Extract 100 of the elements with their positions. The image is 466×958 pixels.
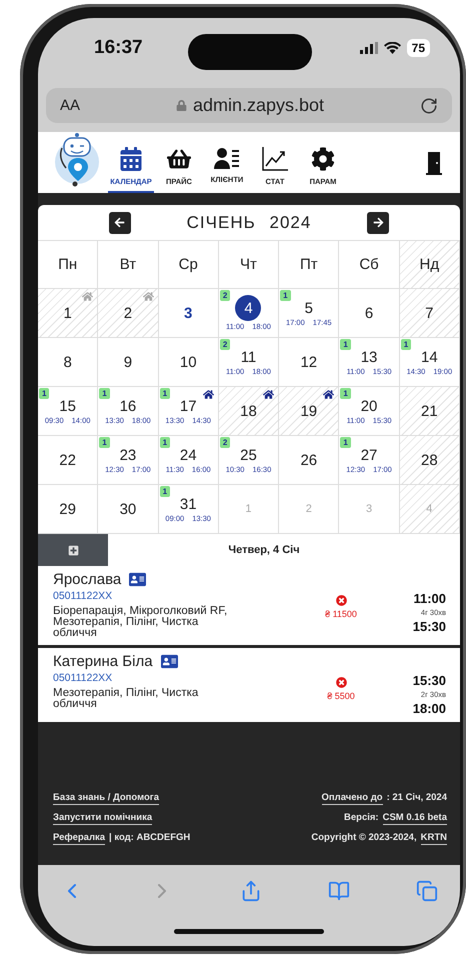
exit-door-icon[interactable] (426, 150, 442, 174)
day-cell[interactable]: 28 (400, 436, 460, 485)
footer-link[interactable]: База знань / Допомога (53, 792, 160, 805)
calendar-icon (119, 147, 143, 171)
appointment-count: 1 (160, 388, 170, 399)
day-number: 12 (300, 354, 318, 370)
arrow-right-icon (372, 217, 384, 228)
day-number: 1 (63, 304, 72, 322)
day-number: 16 (120, 398, 136, 414)
footer-text: Copyright © 2023-2024, (311, 832, 417, 843)
contact-list-icon (214, 147, 240, 169)
house-icon (82, 291, 94, 302)
day-number: 3 (184, 304, 192, 322)
day-number: 11 (240, 348, 256, 366)
appointment-count: 1 (400, 339, 412, 350)
house-icon (323, 389, 334, 400)
client-name: Ярослава (53, 571, 122, 588)
weekday-header: Пт (279, 241, 340, 289)
day-cell[interactable]: 10 (158, 338, 219, 387)
day-title: Четвер, 4 Січ (227, 544, 301, 556)
weekday-header: Чт (218, 241, 280, 289)
footer-text: Версія: (344, 812, 379, 823)
day-number: 13 (360, 348, 378, 366)
weekday-header: Нд (400, 241, 460, 289)
day-cell[interactable]: 22 (38, 436, 98, 485)
price: ₴ 11500 (325, 609, 357, 619)
day-number: 6 (364, 304, 374, 322)
bookmarks-button[interactable] (328, 880, 350, 902)
house-icon (202, 389, 214, 400)
next-month-button[interactable] (367, 212, 390, 234)
contact-card-icon[interactable] (160, 653, 178, 670)
address-bar[interactable]: AA admin.zapys.bot (46, 88, 452, 123)
tabs-button[interactable] (416, 880, 438, 902)
clock-time: 16:37 (94, 37, 143, 59)
day-number: 20 (360, 398, 378, 414)
house-icon (142, 291, 154, 302)
day-number: 27 (360, 446, 378, 464)
add-button[interactable] (38, 534, 108, 566)
tabs-icon (416, 880, 438, 902)
day-number: 21 (421, 402, 438, 420)
client-name: Катерина Біла (53, 653, 153, 670)
day-cell[interactable]: 2 (98, 289, 159, 338)
day-number: 24 (180, 446, 197, 464)
appointment-count: 1 (340, 437, 351, 448)
day-number: 31 (180, 496, 197, 512)
share-button[interactable] (240, 880, 262, 902)
footer-link[interactable]: KRTN (420, 832, 447, 845)
day-cell[interactable]: 30 (98, 485, 159, 534)
day-cell[interactable]: 18 (218, 387, 280, 436)
day-number: 25 (240, 446, 257, 464)
footer-link[interactable]: CSM 0.16 beta (382, 812, 447, 825)
day-number: 15 (59, 398, 76, 414)
day-cell[interactable]: 9 (98, 338, 159, 387)
footer-link[interactable]: Оплачено до (322, 792, 383, 805)
day-number: 2 (124, 304, 132, 322)
text-size-button[interactable]: AA (60, 97, 80, 114)
price: ₴ 5500 (327, 691, 355, 701)
day-number: 3 (366, 503, 372, 515)
day-number: 2 (306, 503, 312, 515)
end-time: 18:00 (412, 701, 446, 716)
day-number: 5 (304, 300, 313, 316)
day-number: 8 (63, 354, 72, 370)
previous-month-button[interactable] (108, 212, 131, 234)
day-cell[interactable]: 26 (279, 436, 340, 485)
day-cell[interactable]: 3 (158, 289, 219, 338)
settings-icon (311, 147, 335, 171)
appointment-count: 2 (220, 339, 230, 350)
battery-level: 75 (406, 39, 430, 57)
appointment-count: 1 (340, 388, 351, 399)
end-time: 15:30 (412, 619, 446, 634)
line-chart-icon (262, 147, 288, 171)
phone-number: 05011122XX (53, 590, 114, 602)
wifi-icon (384, 42, 401, 54)
footer-link[interactable]: Запустити помічника (53, 812, 152, 825)
day-number: 4 (426, 503, 432, 515)
day-cell[interactable]: 6 (339, 289, 400, 338)
day-number: 17 (180, 398, 197, 414)
day-cell[interactable]: 29 (38, 485, 98, 534)
footer-text: : 21 Січ, 2024 (386, 792, 447, 803)
book-icon (328, 880, 350, 902)
day-number: 10 (180, 354, 197, 370)
day-cell[interactable]: 12 (279, 338, 340, 387)
day-cell[interactable]: 7 (400, 289, 460, 338)
contact-card-icon[interactable] (129, 571, 146, 588)
day-number: 26 (300, 452, 318, 468)
day-cell[interactable]: 21 (400, 387, 460, 436)
month-title: СІЧЕНЬ 2024 (186, 212, 312, 232)
url-text: admin.zapys.bot (192, 95, 324, 116)
day-number: 7 (425, 304, 434, 322)
start-time: 15:30 (412, 673, 446, 688)
house-icon (263, 389, 274, 400)
footer-link[interactable]: Рефералка (53, 832, 106, 845)
reload-icon[interactable] (420, 96, 438, 114)
day-number: 4 (235, 295, 262, 321)
day-cell[interactable]: 19 (279, 387, 340, 436)
day-cell[interactable]: 1 (38, 289, 98, 338)
day-number: 29 (59, 500, 76, 518)
day-cell[interactable]: 8 (38, 338, 98, 387)
day-number: 1 (245, 503, 252, 515)
lock-icon (176, 100, 187, 111)
